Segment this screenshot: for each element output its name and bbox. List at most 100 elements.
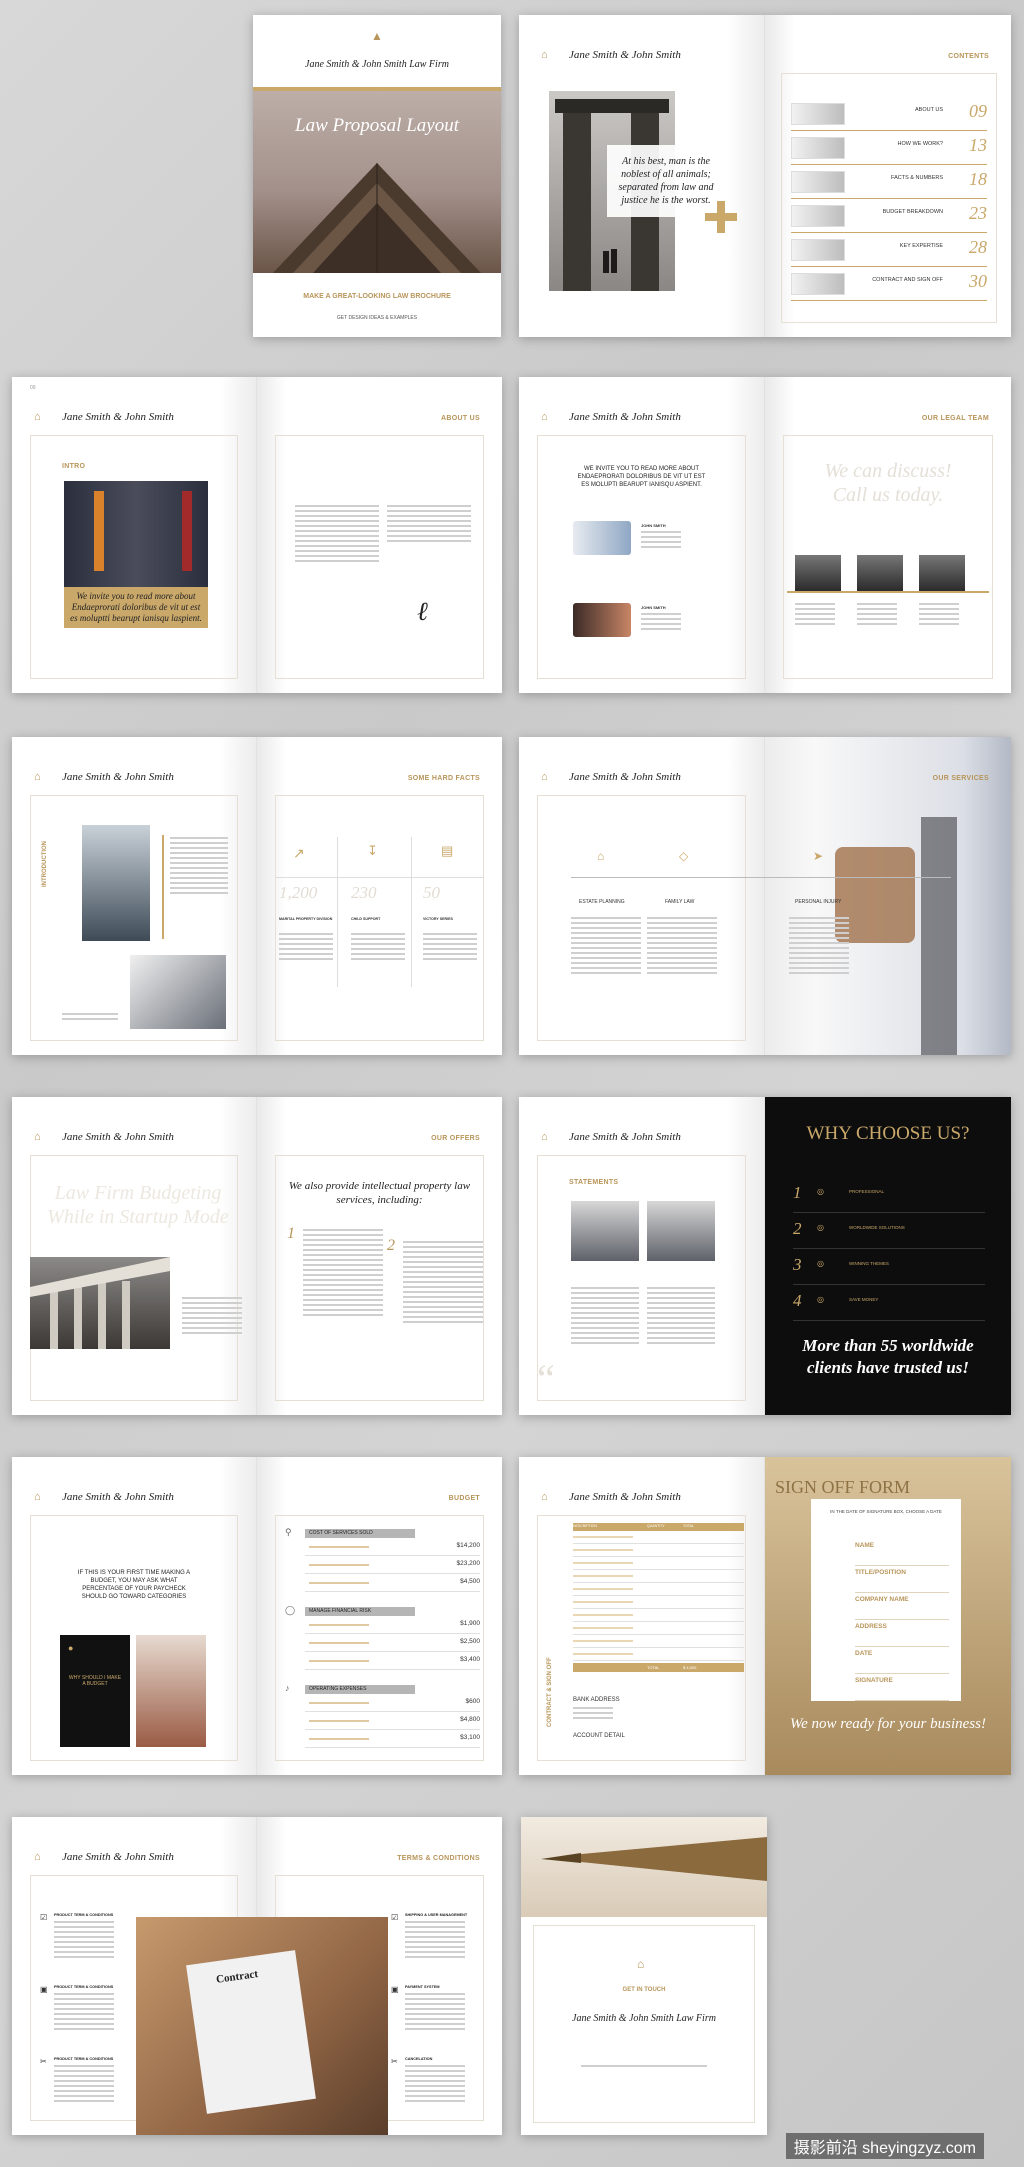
about-spread: 09 ⌂ Jane Smith & John Smith INTRO We in…: [12, 377, 502, 693]
invoice-col: TOTAL: [683, 1524, 694, 1528]
facts-spread: ⌂ Jane Smith & John Smith INTRODUCTION S…: [12, 737, 502, 1055]
toc-thumb: [791, 103, 845, 125]
about-left-page: 09 ⌂ Jane Smith & John Smith INTRO We in…: [12, 377, 257, 693]
signoff-field: NAME: [855, 1539, 949, 1566]
terms-item: ▣ PRODUCT TERM & CONDITIONS: [40, 1985, 120, 2057]
choose-icon: ◎: [817, 1223, 824, 1232]
choose-left-page: ⌂ Jane Smith & John Smith STATEMENTS “: [519, 1097, 765, 1415]
brand-name: Jane Smith & John Smith: [62, 1851, 174, 1863]
budget-title: BUDGET: [448, 1495, 480, 1502]
back-touch: GET IN TOUCH: [622, 1987, 666, 1993]
toc-label: BUDGET BREAKDOWN: [882, 209, 943, 215]
budget-group: MANAGE FINANCIAL RISK $1,900 $2,500 $3,400: [305, 1607, 480, 1685]
team-member-1: JOHN SMITH: [641, 523, 666, 528]
offers-heading: We also provide intellectual property la…: [288, 1180, 471, 1206]
budget-value: $600: [465, 1698, 480, 1705]
fact-label: MARITAL PROPERTY DIVISION: [279, 917, 333, 921]
invoice-col: DESCRIPTION: [573, 1524, 597, 1528]
invoice-row: [573, 1622, 744, 1635]
signoff-field: DATE: [855, 1647, 949, 1674]
invoice-row: [573, 1583, 744, 1596]
account-label: ACCOUNT DETAIL: [573, 1733, 625, 1739]
facts-photo-2: [130, 955, 226, 1029]
budget-group-header: MANAGE FINANCIAL RISK: [305, 1607, 415, 1616]
choose-item: 4 ◎ SAVE MONEY: [793, 1285, 985, 1321]
choose-label: WINNING THEMES: [849, 1261, 889, 1266]
budget-group: COST OF SERVICES SOLD $14,200 $23,200 $4,50…: [305, 1529, 480, 1607]
team-invite: WE INVITE YOU TO READ MORE ABOUT ENDAEPR…: [577, 466, 706, 488]
cover-firm: Jane Smith & John Smith Law Firm: [305, 59, 449, 70]
brand-name: Jane Smith & John Smith: [62, 1491, 174, 1503]
contents-title: CONTENTS: [948, 53, 989, 60]
toc-item: ABOUT US 09: [791, 99, 987, 131]
offers-number-1: 1: [287, 1225, 295, 1242]
back-firm: Jane Smith & John Smith Law Firm: [572, 2013, 716, 2024]
signoff-title: SIGN OFF FORM: [775, 1477, 911, 1497]
building-icon: ⌂: [541, 411, 548, 423]
fact-label: VICTORY SERIES: [423, 917, 453, 921]
budget-group-header: COST OF SERVICES SOLD: [305, 1529, 415, 1538]
building-icon: ⌂: [34, 771, 41, 783]
budget-row-bar: [309, 1546, 369, 1548]
choose-label: SAVE MONEY: [849, 1297, 879, 1302]
budget-value: $4,500: [460, 1578, 480, 1585]
chart-icon: ↗: [293, 845, 305, 861]
offers-number-2: 2: [387, 1237, 395, 1254]
contents-left-page: ⌂ Jane Smith & John Smith At his best, m…: [519, 15, 765, 337]
invoice-row-line: [573, 1588, 633, 1590]
invoice-row: [573, 1596, 744, 1609]
terms-lines: [405, 2065, 465, 2105]
about-title: ABOUT US: [441, 415, 480, 422]
services-right-page: OUR SERVICES: [765, 737, 1011, 1055]
building-icon: ⌂: [541, 1491, 548, 1503]
budget-row: $3,400: [305, 1652, 480, 1670]
back-cover: ⌂ GET IN TOUCH Jane Smith & John Smith L…: [521, 1817, 767, 2135]
budget-row-bar: [309, 1720, 369, 1722]
choose-number: 1: [793, 1183, 802, 1202]
budget-row: $1,900: [305, 1616, 480, 1634]
budget-row-bar: [309, 1642, 369, 1644]
building-icon: ⌂: [34, 1131, 41, 1143]
signoff-field: ADDRESS: [855, 1620, 949, 1647]
choose-label: PROFESSIONAL: [849, 1189, 885, 1194]
terms-icon: ☑: [40, 1913, 48, 1922]
budget-row: $3,100: [305, 1730, 480, 1748]
signoff-field: TITLE/POSITION: [855, 1566, 949, 1593]
team-photos-row: [795, 555, 985, 591]
fact-stat: 1,200: [279, 883, 318, 902]
choose-item: 3 ◎ WINNING THEMES: [793, 1249, 985, 1285]
services-title: OUR SERVICES: [932, 775, 989, 782]
bell-icon: ♪: [285, 1683, 290, 1693]
service-label: ESTATE PLANNING: [579, 899, 625, 905]
budget-row-bar: [309, 1702, 369, 1704]
suits-photo: [64, 481, 208, 587]
terms-icon: ✂: [391, 2057, 398, 2066]
budget-group-header: OPERATING EXPENSES: [305, 1685, 415, 1694]
lawyer-photo-2: [647, 1201, 715, 1261]
fact-label: CHILD SUPPORT: [351, 917, 381, 921]
brand-name: Jane Smith & John Smith: [62, 1131, 174, 1143]
choose-item: 2 ◎ WORLDWIDE SOLUTIONS: [793, 1213, 985, 1249]
brand-name: Jane Smith & John Smith: [62, 411, 174, 423]
terms-icon: ▣: [40, 1985, 48, 1994]
offers-title: OUR OFFERS: [431, 1135, 480, 1142]
invoice-row: [573, 1531, 744, 1544]
budget-photo: [136, 1635, 206, 1747]
choose-icon: ◎: [817, 1187, 824, 1196]
invoice-total-label: TOTAL: [647, 1665, 660, 1670]
invoice-row: [573, 1544, 744, 1557]
budget-value: $2,500: [460, 1638, 480, 1645]
building-icon: ⌂: [637, 1957, 645, 1971]
choose-number: 4: [793, 1291, 802, 1310]
toc-item: BUDGET BREAKDOWN 23: [791, 201, 987, 233]
invoice-total: TOTAL $ 4,500: [573, 1663, 744, 1672]
team-member-2: JOHN SMITH: [641, 605, 666, 610]
choose-icon: ◎: [817, 1259, 824, 1268]
budget-value: $4,800: [460, 1716, 480, 1723]
terms-lines: [54, 1993, 114, 2033]
choose-spread: ⌂ Jane Smith & John Smith STATEMENTS “ W…: [519, 1097, 1011, 1415]
intro-label: INTRO: [62, 463, 86, 470]
invoice-header: DESCRIPTION QUANTITY TOTAL: [573, 1523, 744, 1531]
budget-row-bar: [309, 1660, 369, 1662]
bank-label: BANK ADDRESS: [573, 1697, 620, 1703]
